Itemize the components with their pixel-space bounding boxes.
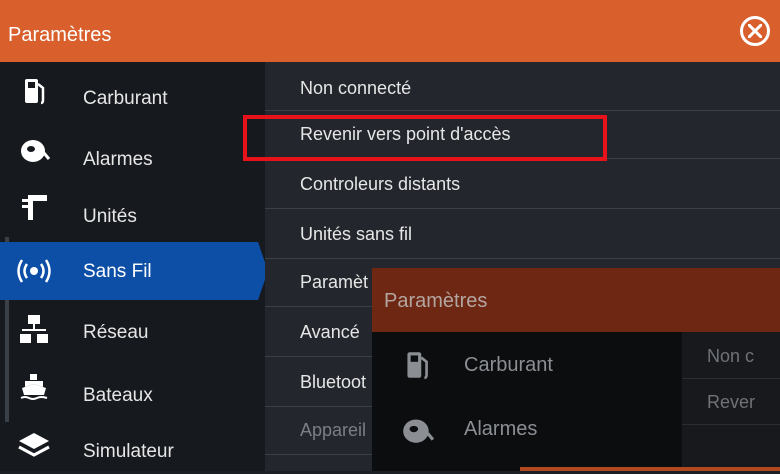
sidebar-item-label: Carburant bbox=[83, 88, 168, 109]
sidebar-item-bateaux[interactable]: Bateaux bbox=[0, 358, 265, 416]
sidebar-item-alarmes[interactable]: Alarmes bbox=[0, 120, 265, 178]
sidebar-item-simulateur[interactable]: Simulateur bbox=[0, 416, 265, 474]
overlay-title: Paramètres bbox=[384, 290, 488, 312]
overlay-list: Non c Rever bbox=[682, 332, 780, 471]
overlay-settings-window: Paramètres Carburant Alarmes Non c Rever bbox=[372, 268, 780, 471]
sidebar-item-label: Réseau bbox=[83, 322, 149, 343]
title-bar: Paramètres bbox=[0, 0, 780, 62]
sidebar-item-label: Simulateur bbox=[83, 441, 174, 462]
list-item[interactable]: Unités sans fil bbox=[265, 210, 780, 259]
overlay-sidebar-item-carburant[interactable]: Carburant bbox=[372, 332, 682, 396]
overlay-sidebar-label: Carburant bbox=[464, 354, 553, 376]
sidebar-item-label: Alarmes bbox=[83, 149, 153, 170]
close-icon bbox=[748, 24, 762, 38]
boat-icon bbox=[20, 374, 48, 400]
list-item[interactable]: Rever bbox=[682, 378, 780, 425]
page-title: Paramètres bbox=[8, 24, 112, 46]
highlight-box bbox=[243, 115, 607, 161]
overlay-sidebar: Carburant Alarmes bbox=[372, 332, 682, 471]
overlay-sidebar-label: Alarmes bbox=[464, 418, 538, 440]
sidebar-item-unites[interactable]: Unités bbox=[0, 178, 265, 236]
list-item[interactable]: Non c bbox=[682, 332, 780, 379]
list-item[interactable]: Non connecté bbox=[265, 62, 780, 111]
list-item[interactable]: Controleurs distants bbox=[265, 160, 780, 209]
sidebar-item-label: Sans Fil bbox=[83, 261, 152, 282]
alarm-bell-icon bbox=[21, 140, 51, 162]
sidebar-item-label: Unités bbox=[83, 206, 137, 227]
sidebar-item-carburant[interactable]: Carburant bbox=[0, 62, 265, 120]
sidebar-item-reseau[interactable]: Réseau bbox=[0, 300, 265, 358]
sidebar-item-label: Bateaux bbox=[83, 385, 153, 406]
fuel-pump-icon bbox=[407, 352, 428, 380]
overlay-sidebar-item-alarmes[interactable]: Alarmes bbox=[372, 396, 682, 460]
close-button[interactable] bbox=[740, 16, 770, 46]
fuel-pump-icon bbox=[25, 79, 45, 105]
overlay-accent-strip bbox=[520, 467, 780, 471]
simulator-layers-icon bbox=[18, 433, 50, 457]
units-ruler-icon bbox=[22, 195, 47, 220]
wireless-icon bbox=[17, 259, 51, 283]
network-icon bbox=[20, 315, 48, 343]
overlay-title-bar: Paramètres bbox=[372, 268, 780, 332]
settings-sidebar: Carburant Alarmes Unités Sans Fil Réseau… bbox=[0, 62, 268, 474]
alarm-bell-icon bbox=[403, 419, 435, 443]
sidebar-item-sans-fil[interactable]: Sans Fil bbox=[0, 242, 268, 300]
